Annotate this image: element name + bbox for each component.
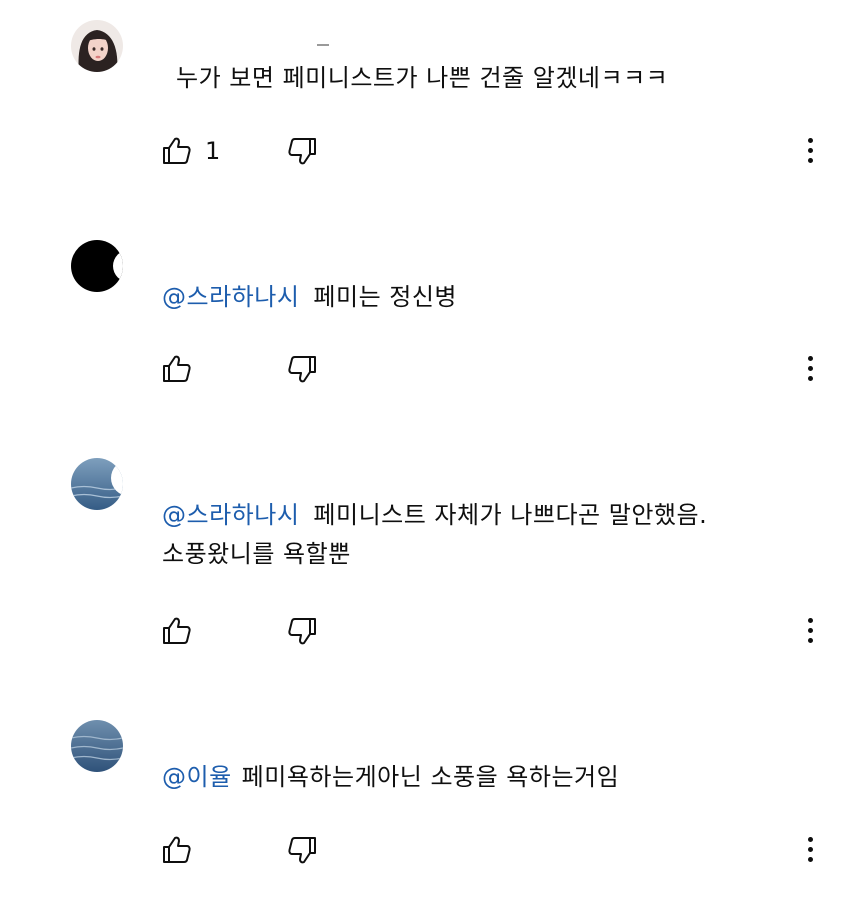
- author-name-redacted[interactable]: [317, 44, 329, 46]
- comment-body: 누가 보면 페미니스트가 나쁜 건줄 알겠네ㅋㅋㅋ: [176, 64, 669, 92]
- comment-body: 페미는 정신병: [313, 283, 458, 311]
- more-vert-icon[interactable]: [800, 614, 820, 648]
- user-avatar[interactable]: [71, 458, 123, 510]
- thumb-down-icon[interactable]: [285, 833, 319, 867]
- thumb-down-icon[interactable]: [285, 614, 319, 648]
- mention-link[interactable]: @스라하나시: [162, 283, 299, 311]
- user-avatar[interactable]: [71, 240, 123, 292]
- like-count: 1: [205, 137, 221, 165]
- user-avatar[interactable]: [71, 20, 123, 72]
- comment-text: 누가 보면 페미니스트가 나쁜 건줄 알겠네ㅋㅋㅋ: [162, 59, 722, 98]
- thumb-up-icon[interactable]: [160, 833, 194, 867]
- comment-body: 페미욕하는게아닌 소풍을 욕하는거임: [241, 763, 620, 791]
- user-avatar[interactable]: [71, 720, 123, 772]
- mention-link[interactable]: @스라하나시: [162, 501, 299, 529]
- comment-actions: [160, 352, 840, 388]
- more-vert-icon[interactable]: [800, 352, 820, 386]
- mention-link[interactable]: @이율: [162, 763, 232, 791]
- comment-actions: [160, 614, 840, 650]
- thumb-up-icon[interactable]: [160, 352, 194, 386]
- more-vert-icon[interactable]: [800, 134, 820, 168]
- comment-actions: 1: [160, 134, 840, 170]
- comment-text: @스라하나시 페미는 정신병: [162, 278, 722, 317]
- comment-text: @스라하나시 페미니스트 자체가 나쁘다곤 말안했음. 소풍왔니를 욕할뿐: [162, 496, 722, 574]
- more-vert-icon[interactable]: [800, 833, 820, 867]
- comment-actions: [160, 833, 840, 869]
- thumb-down-icon[interactable]: [285, 134, 319, 168]
- comment-text: @이율 페미욕하는게아닌 소풍을 욕하는거임: [162, 758, 722, 797]
- thumb-up-icon[interactable]: [160, 134, 194, 168]
- thumb-down-icon[interactable]: [285, 352, 319, 386]
- thumb-up-icon[interactable]: [160, 614, 194, 648]
